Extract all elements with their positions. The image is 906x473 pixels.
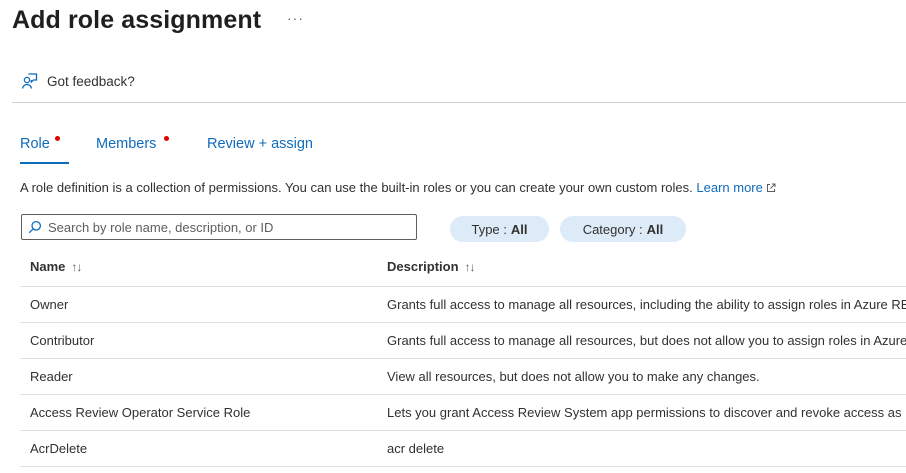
table-row[interactable]: Contributor Grants full access to manage… — [20, 323, 906, 359]
search-input[interactable] — [48, 217, 408, 237]
role-description: Lets you grant Access Review System app … — [387, 405, 906, 420]
tab-role-label: Role — [20, 136, 50, 152]
roles-table: Name ↑↓ Description ↑↓ Owner Grants full a… — [20, 250, 906, 467]
type-filter-label: Type : — [471, 221, 507, 237]
table-row[interactable]: Owner Grants full access to manage all r… — [20, 287, 906, 323]
role-description: acr delete — [387, 441, 445, 456]
role-description: Grants full access to manage all resourc… — [387, 333, 906, 348]
header-divider — [12, 102, 906, 103]
external-link-icon — [766, 183, 776, 192]
column-header-name[interactable]: Name ↑↓ — [30, 259, 82, 274]
category-filter-value: All — [646, 221, 664, 237]
description-text: A role definition is a collection of per… — [20, 180, 693, 195]
category-filter-label: Category : — [582, 221, 643, 237]
role-name: Access Review Operator Service Role — [30, 405, 251, 420]
person-feedback-icon — [21, 73, 38, 89]
tab-review-assign[interactable]: Review + assign — [207, 136, 313, 164]
search-icon — [28, 220, 42, 234]
learn-more-link[interactable]: Learn more — [696, 180, 776, 195]
title-row: Add role assignment — [12, 3, 261, 37]
column-name-label: Name — [30, 259, 66, 274]
feedback-button[interactable]: Got feedback? — [20, 72, 135, 90]
table-row[interactable]: Access Review Operator Service Role Lets… — [20, 395, 906, 431]
tab-role[interactable]: Role — [20, 136, 69, 164]
role-name: AcrDelete — [30, 441, 88, 456]
required-dot-icon — [55, 136, 60, 141]
tab-review-label: Review + assign — [207, 136, 313, 152]
tab-members[interactable]: Members — [96, 136, 169, 164]
role-name: Contributor — [30, 333, 95, 348]
sort-arrows-icon: ↑↓ — [464, 260, 476, 274]
column-header-description[interactable]: Description ↑↓ — [387, 259, 476, 274]
role-name: Reader — [30, 369, 73, 384]
table-row[interactable]: Reader View all resources, but does not … — [20, 359, 906, 395]
required-dot-icon — [164, 136, 169, 141]
active-tab-underline — [20, 162, 69, 164]
tab-members-label: Members — [96, 136, 157, 152]
role-description: Grants full access to manage all resourc… — [387, 297, 906, 312]
more-options-button[interactable]: ··· — [287, 10, 304, 26]
role-name: Owner — [30, 297, 69, 312]
role-description-text: A role definition is a collection of per… — [20, 180, 776, 195]
learn-more-label: Learn more — [696, 180, 763, 195]
sort-arrows-icon: ↑↓ — [71, 260, 82, 274]
add-role-assignment-page: Add role assignment ··· Got feedback? Ro… — [0, 0, 906, 473]
type-filter-pill[interactable]: Type : All — [450, 216, 549, 242]
category-filter-pill[interactable]: Category : All — [560, 216, 686, 242]
role-search-box[interactable] — [21, 214, 417, 240]
table-header: Name ↑↓ Description ↑↓ — [20, 250, 906, 287]
column-description-label: Description — [387, 259, 459, 274]
feedback-label: Got feedback? — [47, 73, 135, 89]
type-filter-value: All — [510, 221, 528, 237]
table-row[interactable]: AcrDelete acr delete — [20, 431, 906, 467]
role-description: View all resources, but does not allow y… — [387, 369, 760, 384]
page-title: Add role assignment — [12, 5, 262, 34]
